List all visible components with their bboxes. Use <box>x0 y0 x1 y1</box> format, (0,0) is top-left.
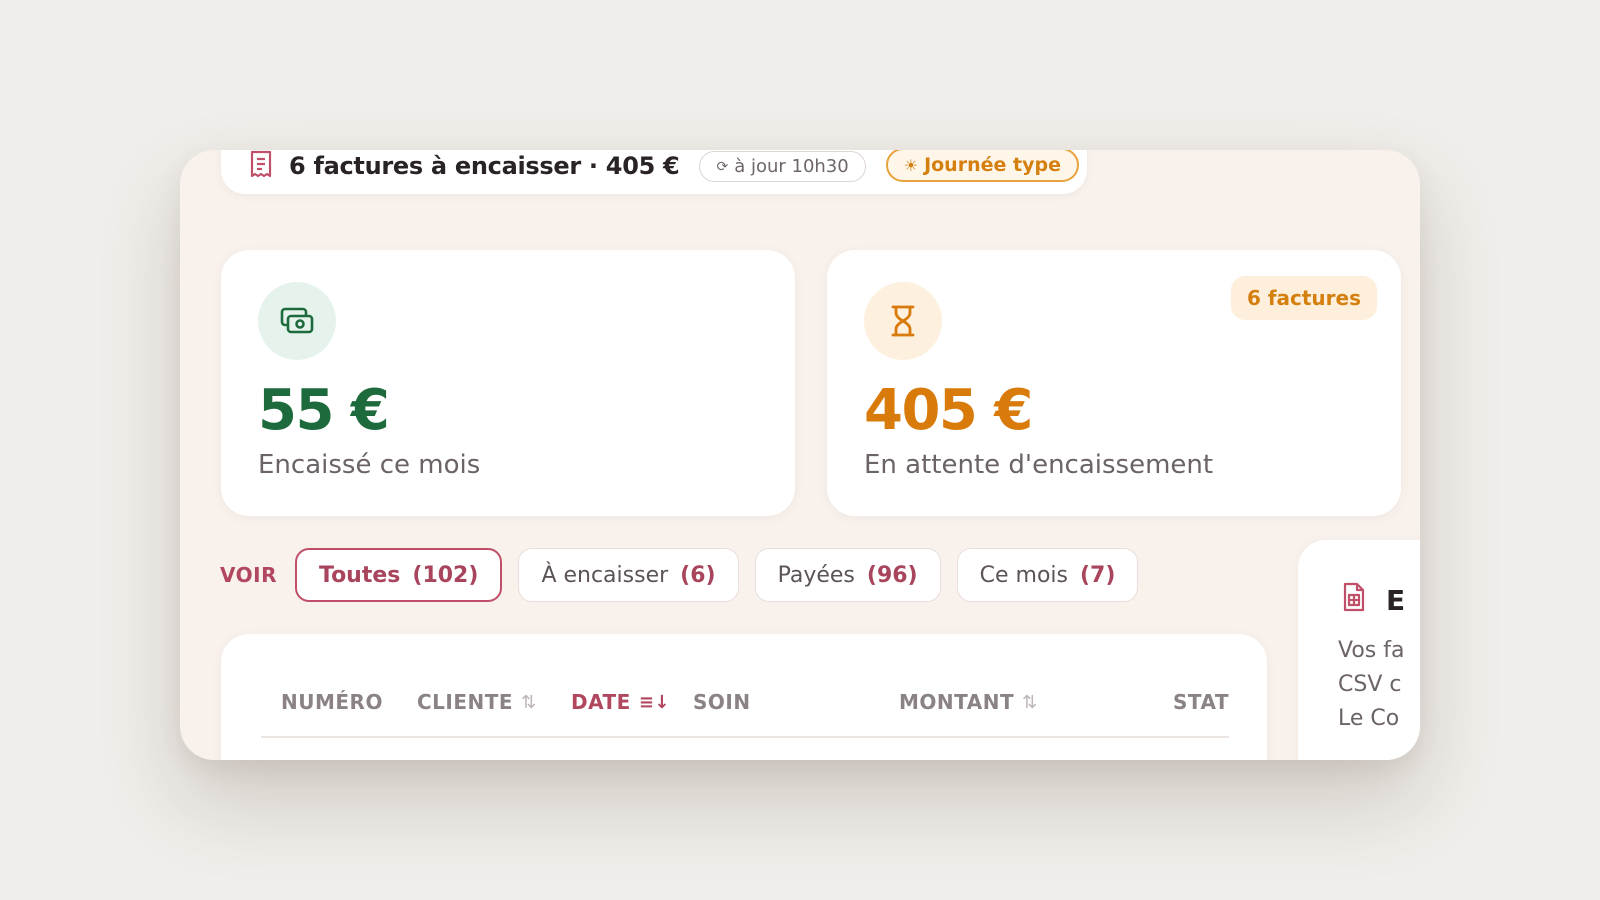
column-label: SOIN <box>693 690 751 714</box>
receipt-icon <box>249 150 273 182</box>
pending-amount: 405 € <box>864 378 1033 443</box>
chip-count: (6) <box>680 562 716 588</box>
export-card-text-line: Le Co <box>1338 706 1400 731</box>
column-header-status[interactable]: STAT <box>1173 690 1229 714</box>
pending-label: En attente d'encaissement <box>864 450 1214 480</box>
column-header-number[interactable]: NUMÉRO <box>281 690 383 714</box>
chip-count: (102) <box>412 562 479 588</box>
sort-descending-icon: ≡↓ <box>638 691 671 713</box>
collected-label: Encaissé ce mois <box>258 450 481 480</box>
filter-chip-all[interactable]: Toutes (102) <box>294 548 503 602</box>
column-label: CLIENTE <box>417 690 514 714</box>
filter-chip-this-month[interactable]: Ce mois (7) <box>956 548 1139 602</box>
summary-bar: 6 factures à encaisser · 405 € ⟳ à jour … <box>221 150 1087 194</box>
sort-icon: ⇅ <box>521 691 537 713</box>
cash-icon <box>258 282 336 360</box>
spreadsheet-file-icon <box>1342 582 1366 616</box>
app-window: 6 factures à encaisser · 405 € ⟳ à jour … <box>180 150 1420 760</box>
day-type-pill[interactable]: ☀ Journée type <box>885 150 1079 182</box>
sun-icon: ☀ <box>903 155 919 175</box>
column-label: NUMÉRO <box>281 690 383 714</box>
day-type-label: Journée type <box>924 154 1061 176</box>
chip-label: Toutes <box>318 562 401 588</box>
pending-card: 6 factures 405 € En attente d'encaisseme… <box>827 250 1401 516</box>
column-header-client[interactable]: CLIENTE ⇅ <box>417 690 537 714</box>
refresh-icon: ⟳ <box>716 158 729 175</box>
filter-bar: VOIR Toutes (102) À encaisser (6) Payées… <box>220 548 1139 602</box>
column-header-date[interactable]: DATE ≡↓ <box>571 690 670 714</box>
invoices-table: NUMÉRO CLIENTE ⇅ DATE ≡↓ SOIN MONTANT ⇅ … <box>221 634 1267 760</box>
chip-count: (7) <box>1079 562 1116 588</box>
summary-title-group: 6 factures à encaisser · 405 € <box>249 150 680 182</box>
chip-label: Payées <box>777 562 855 588</box>
export-card-text-line: Vos fa <box>1338 638 1405 663</box>
summary-title: 6 factures à encaisser · 405 € <box>289 152 680 180</box>
column-label: STAT <box>1173 690 1230 714</box>
invoice-count-badge: 6 factures <box>1230 276 1377 320</box>
column-header-amount[interactable]: MONTANT ⇅ <box>899 690 1038 714</box>
chip-label: À encaisser <box>541 562 669 588</box>
collected-card: 55 € Encaissé ce mois <box>221 250 795 516</box>
export-card-text-line: CSV c <box>1338 672 1402 697</box>
sort-icon: ⇅ <box>1022 691 1038 713</box>
export-card-title: E <box>1386 584 1406 617</box>
chip-label: Ce mois <box>979 562 1068 588</box>
export-card[interactable]: E Vos fa CSV c Le Co <box>1298 540 1420 760</box>
column-label: DATE <box>571 690 631 714</box>
filter-chip-paid[interactable]: Payées (96) <box>754 548 941 602</box>
chip-count: (96) <box>866 562 918 588</box>
table-header: NUMÉRO CLIENTE ⇅ DATE ≡↓ SOIN MONTANT ⇅ … <box>261 690 1229 738</box>
sync-status-label: à jour 10h30 <box>734 156 849 177</box>
column-label: MONTANT <box>899 690 1015 714</box>
filter-label: VOIR <box>220 563 277 587</box>
column-header-treatment[interactable]: SOIN <box>693 690 751 714</box>
sync-status-pill[interactable]: ⟳ à jour 10h30 <box>699 151 866 182</box>
collected-amount: 55 € <box>258 378 390 443</box>
filter-chip-to-collect[interactable]: À encaisser (6) <box>518 548 739 602</box>
hourglass-icon <box>864 282 942 360</box>
